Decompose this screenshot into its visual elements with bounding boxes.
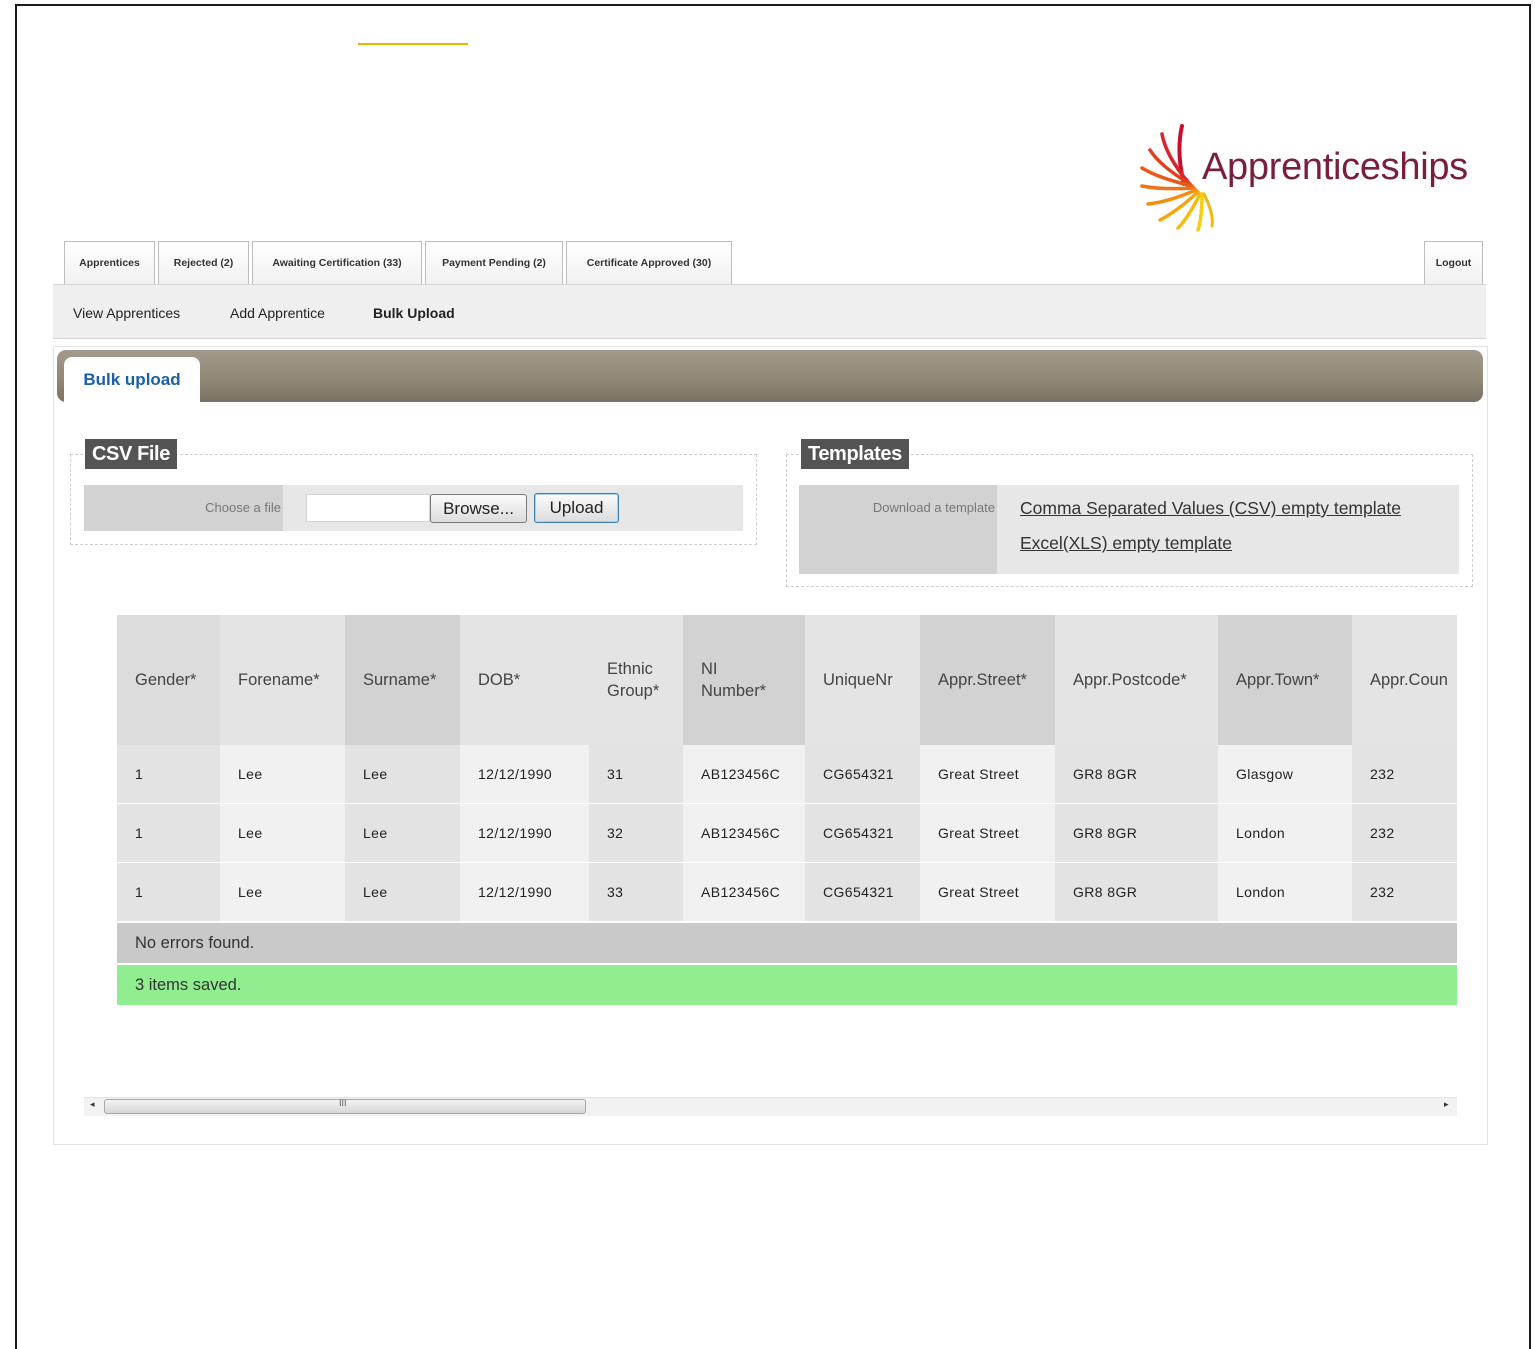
table-cell: GR8 8GR xyxy=(1055,745,1218,803)
table-cell: 12/12/1990 xyxy=(460,863,589,921)
subnav-view-apprentices[interactable]: View Apprentices xyxy=(73,305,180,321)
subnav-bulk-upload[interactable]: Bulk Upload xyxy=(373,305,455,321)
csv-file-legend: CSV File xyxy=(85,439,177,469)
table-cell: 1 xyxy=(117,863,220,921)
table-cell: Lee xyxy=(220,745,345,803)
upload-results-table: Gender* Forename* Surname* DOB* Ethnic Group… xyxy=(117,615,1457,1005)
table-cell: Great Street xyxy=(920,863,1055,921)
upload-button[interactable]: Upload xyxy=(534,493,619,523)
table-cell: Lee xyxy=(220,804,345,862)
table-cell: 31 xyxy=(589,745,683,803)
tab-apprentices[interactable]: Apprentices xyxy=(64,241,155,284)
column-header: NI Number* xyxy=(683,615,805,745)
column-header: Forename* xyxy=(220,615,345,745)
tab-payment-pending[interactable]: Payment Pending (2) xyxy=(425,241,563,284)
logout-button[interactable]: Logout xyxy=(1424,241,1483,284)
templates-legend: Templates xyxy=(801,439,909,469)
table-cell: 32 xyxy=(589,804,683,862)
column-header: DOB* xyxy=(460,615,589,745)
table-cell: Lee xyxy=(345,863,460,921)
table-cell: 1 xyxy=(117,745,220,803)
column-header: Appr.Postcode* xyxy=(1055,615,1218,745)
table-cell: Glasgow xyxy=(1218,745,1352,803)
table-cell: AB123456C xyxy=(683,863,805,921)
table-cell: GR8 8GR xyxy=(1055,804,1218,862)
scrollbar-thumb[interactable]: III xyxy=(104,1098,586,1114)
table-cell: London xyxy=(1218,863,1352,921)
horizontal-scrollbar[interactable]: ◂ III ▸ xyxy=(84,1097,1457,1116)
column-header: Gender* xyxy=(117,615,220,745)
xls-template-link[interactable]: Excel(XLS) empty template xyxy=(1020,533,1232,554)
column-header: UniqueNr xyxy=(805,615,920,745)
subnav-add-apprentice[interactable]: Add Apprentice xyxy=(230,305,325,321)
table-cell: Great Street xyxy=(920,745,1055,803)
download-template-label: Download a template xyxy=(799,485,997,574)
table-cell: AB123456C xyxy=(683,804,805,862)
table-cell: 33 xyxy=(589,863,683,921)
table-cell: Lee xyxy=(345,745,460,803)
browse-button[interactable]: Browse... xyxy=(430,494,527,523)
choose-file-label: Choose a file xyxy=(84,485,283,531)
table-cell: 232 xyxy=(1352,863,1457,921)
section-titlebar xyxy=(57,350,1483,402)
column-header: Appr.Street* xyxy=(920,615,1055,745)
table-cell: CG654321 xyxy=(805,863,920,921)
table-cell: 12/12/1990 xyxy=(460,745,589,803)
brand-name: Apprenticeships xyxy=(1202,146,1468,188)
table-cell: 232 xyxy=(1352,804,1457,862)
tab-certificate-approved[interactable]: Certificate Approved (30) xyxy=(566,241,732,284)
tab-rejected[interactable]: Rejected (2) xyxy=(158,241,249,284)
active-subnav-indicator xyxy=(358,43,468,45)
table-cell: 12/12/1990 xyxy=(460,804,589,862)
table-cell: 1 xyxy=(117,804,220,862)
table-cell: Great Street xyxy=(920,804,1055,862)
file-path-input[interactable] xyxy=(306,494,430,522)
table-cell: 232 xyxy=(1352,745,1457,803)
scrollbar-grip-icon: III xyxy=(339,1098,347,1108)
column-header: Surname* xyxy=(345,615,460,745)
errors-status-row: No errors found. xyxy=(117,923,1457,963)
table-cell: London xyxy=(1218,804,1352,862)
table-cell: AB123456C xyxy=(683,745,805,803)
table-cell: CG654321 xyxy=(805,804,920,862)
tab-awaiting-certification[interactable]: Awaiting Certification (33) xyxy=(252,241,422,284)
sub-navigation: View Apprentices Add Apprentice Bulk Upl… xyxy=(53,284,1486,339)
table-cell: Lee xyxy=(220,863,345,921)
scroll-left-arrow-icon[interactable]: ◂ xyxy=(90,1099,95,1110)
csv-template-link[interactable]: Comma Separated Values (CSV) empty templ… xyxy=(1020,498,1401,519)
table-cell: CG654321 xyxy=(805,745,920,803)
column-header: Appr.Town* xyxy=(1218,615,1352,745)
scroll-right-arrow-icon[interactable]: ▸ xyxy=(1444,1099,1449,1110)
table-cell: GR8 8GR xyxy=(1055,863,1218,921)
section-title-tab[interactable]: Bulk upload xyxy=(64,357,200,402)
column-header: Appr.Coun xyxy=(1352,615,1457,745)
saved-status-row: 3 items saved. xyxy=(117,965,1457,1005)
column-header: Ethnic Group* xyxy=(589,615,683,745)
table-cell: Lee xyxy=(345,804,460,862)
